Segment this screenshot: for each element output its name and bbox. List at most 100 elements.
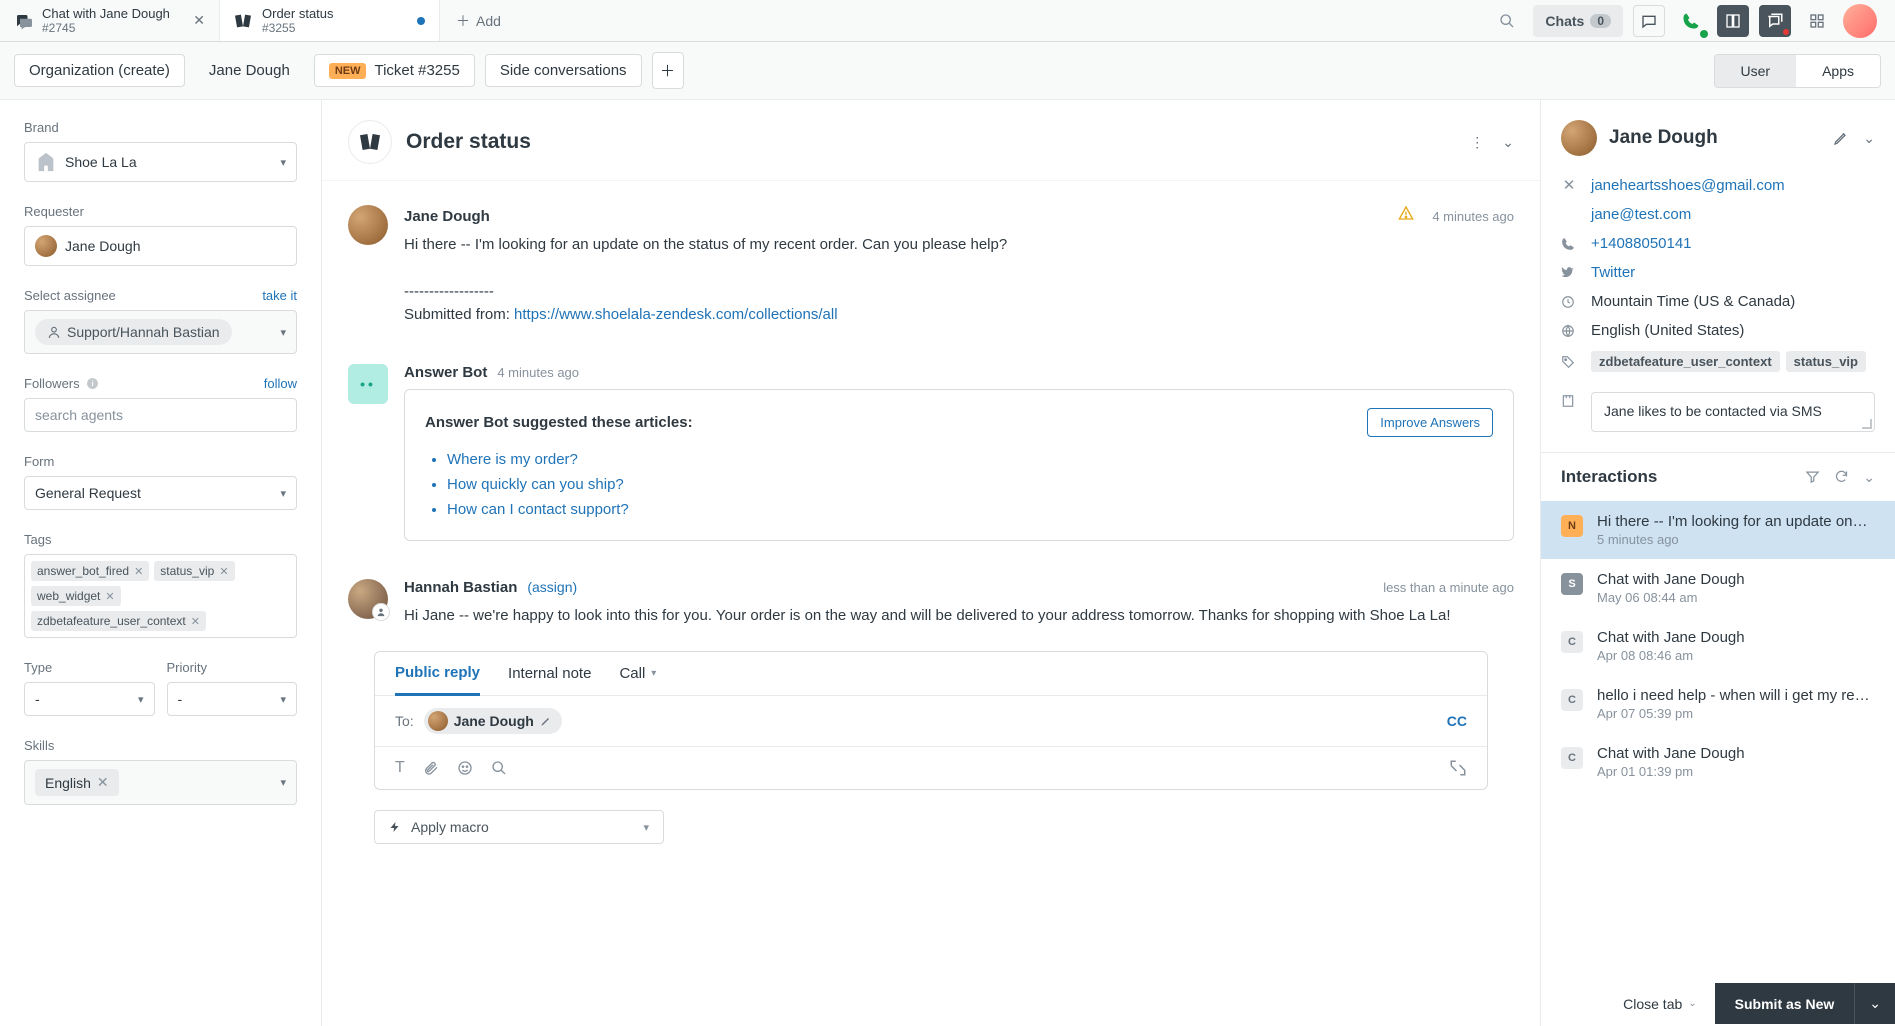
- ticket-header: Order status ⋮ ⌄: [322, 100, 1540, 181]
- tag: web_widget✕: [31, 586, 121, 606]
- remove-tag-icon[interactable]: ✕: [219, 565, 228, 578]
- type-select[interactable]: - ▾: [24, 682, 155, 716]
- chevron-down-icon: ▾: [280, 693, 286, 706]
- attachment-icon[interactable]: [423, 760, 439, 776]
- brand-select[interactable]: Shoe La La ▾: [24, 142, 297, 182]
- suggested-article[interactable]: Where is my order?: [447, 447, 1493, 472]
- kebab-icon[interactable]: ⋮: [1470, 134, 1484, 151]
- chevron-down-icon[interactable]: ⌄: [1502, 134, 1514, 151]
- tab-call[interactable]: Call ▾: [619, 664, 656, 695]
- top-tab-bar: Chat with Jane Dough #2745 ✕ Order statu…: [0, 0, 1895, 42]
- divider: ------------------: [404, 283, 494, 300]
- emoji-icon[interactable]: [457, 760, 473, 776]
- form-select[interactable]: General Request ▾: [24, 476, 297, 510]
- remove-tag-icon[interactable]: ✕: [191, 615, 200, 628]
- user-note[interactable]: Jane likes to be contacted via SMS: [1591, 392, 1875, 432]
- customer-header: Jane Dough ⌄: [1541, 100, 1895, 170]
- recipient-chip[interactable]: Jane Dough: [424, 708, 562, 734]
- apply-macro-button[interactable]: Apply macro ▾: [374, 810, 664, 844]
- status-badge: C: [1561, 747, 1583, 769]
- chevron-down-icon: ▾: [280, 156, 286, 169]
- improve-answers-button[interactable]: Improve Answers: [1367, 408, 1493, 437]
- reply-composer: Public reply Internal note Call ▾ To: Ja…: [374, 651, 1488, 790]
- comment-icon[interactable]: [1633, 5, 1665, 37]
- person-icon: [47, 325, 61, 339]
- assignee-value: Support/Hannah Bastian: [67, 324, 220, 340]
- email-link[interactable]: jane@test.com: [1591, 206, 1691, 223]
- assignee-select[interactable]: Support/Hannah Bastian ▾: [24, 310, 297, 354]
- expand-icon[interactable]: [1449, 759, 1467, 777]
- search-icon[interactable]: [1491, 5, 1523, 37]
- interaction-item[interactable]: C Chat with Jane DoughApr 08 08:46 am: [1541, 617, 1895, 675]
- text-format-icon[interactable]: T: [395, 759, 405, 777]
- crumb-person[interactable]: Jane Dough: [195, 55, 304, 86]
- user-tag: status_vip: [1786, 351, 1866, 372]
- crumb-side-conversations[interactable]: Side conversations: [485, 54, 642, 87]
- tab-public-reply[interactable]: Public reply: [395, 664, 480, 696]
- cc-button[interactable]: CC: [1447, 713, 1467, 729]
- help-icon[interactable]: [1759, 5, 1791, 37]
- globe-icon: [1561, 324, 1577, 338]
- assignee-label: Select assignee: [24, 288, 116, 303]
- submit-dropdown[interactable]: ⌄: [1854, 983, 1895, 1024]
- email-link[interactable]: janeheartsshoes@gmail.com: [1591, 177, 1785, 194]
- close-icon[interactable]: ✕: [193, 12, 205, 29]
- requester-select[interactable]: Jane Dough: [24, 226, 297, 266]
- crumb-ticket[interactable]: NEW Ticket #3255: [314, 54, 475, 87]
- refresh-icon[interactable]: [1834, 469, 1849, 486]
- remove-skill-icon[interactable]: ✕: [97, 774, 109, 791]
- to-label: To:: [395, 713, 414, 729]
- skill-chip: English ✕: [35, 769, 119, 796]
- interaction-time: 5 minutes ago: [1597, 532, 1875, 547]
- interactions-panel: Interactions ⌄ N Hi there -- I'm looking…: [1541, 452, 1895, 791]
- filter-icon[interactable]: [1805, 469, 1820, 486]
- add-tab-button[interactable]: ＋ Add: [440, 11, 517, 31]
- close-icon[interactable]: ✕: [1561, 176, 1577, 194]
- interaction-item[interactable]: S Chat with Jane DoughMay 06 08:44 am: [1541, 559, 1895, 617]
- requester-label: Requester: [24, 204, 297, 219]
- assign-link[interactable]: (assign): [527, 579, 577, 595]
- phone-link[interactable]: +14088050141: [1591, 235, 1692, 252]
- message-text: Hi there -- I'm looking for an update on…: [404, 236, 1007, 253]
- ticket-label: Ticket #3255: [374, 62, 459, 79]
- crumb-add-button[interactable]: ＋: [652, 52, 684, 89]
- skills-select[interactable]: English ✕ ▾: [24, 760, 297, 805]
- suggested-article[interactable]: How quickly can you ship?: [447, 472, 1493, 497]
- seg-user[interactable]: User: [1715, 55, 1797, 87]
- seg-apps[interactable]: Apps: [1796, 55, 1880, 87]
- tab-chat[interactable]: Chat with Jane Dough #2745 ✕: [0, 0, 220, 41]
- submitted-link[interactable]: https://www.shoelala-zendesk.com/collect…: [514, 306, 837, 323]
- avatar: [35, 235, 57, 257]
- interaction-item[interactable]: C Chat with Jane DoughApr 01 01:39 pm: [1541, 733, 1895, 791]
- main-layout: Brand Shoe La La ▾ Requester Jane Dough …: [0, 100, 1895, 1026]
- suggested-article[interactable]: How can I contact support?: [447, 497, 1493, 522]
- message-bot: •• Answer Bot 4 minutes ago Answer Bot s…: [348, 350, 1514, 565]
- remove-tag-icon[interactable]: ✕: [105, 590, 114, 603]
- layout-icon[interactable]: [1717, 5, 1749, 37]
- priority-select[interactable]: - ▾: [167, 682, 298, 716]
- tab-order-status[interactable]: Order status #3255: [220, 0, 440, 41]
- phone-icon[interactable]: [1675, 5, 1707, 37]
- chats-button[interactable]: Chats 0: [1533, 5, 1623, 37]
- interaction-item[interactable]: C hello i need help - when will i get my…: [1541, 675, 1895, 733]
- twitter-link[interactable]: Twitter: [1591, 264, 1635, 281]
- crumb-org[interactable]: Organization (create): [14, 54, 185, 87]
- chevron-down-icon[interactable]: ⌄: [1863, 130, 1875, 147]
- search-icon[interactable]: [491, 760, 507, 776]
- chevron-down-icon[interactable]: ⌄: [1863, 469, 1875, 486]
- take-it-link[interactable]: take it: [262, 288, 297, 303]
- apps-icon[interactable]: [1801, 5, 1833, 37]
- avatar: [348, 205, 388, 245]
- avatar[interactable]: [1843, 4, 1877, 38]
- pencil-icon[interactable]: [1833, 130, 1849, 147]
- interaction-item[interactable]: N Hi there -- I'm looking for an update …: [1541, 501, 1895, 559]
- tags-input[interactable]: answer_bot_fired✕ status_vip✕ web_widget…: [24, 554, 297, 638]
- tag-icon: [1561, 355, 1577, 369]
- submit-button[interactable]: Submit as New: [1715, 983, 1855, 1024]
- close-tab-button[interactable]: Close tab ⌄: [1605, 983, 1715, 1024]
- followers-input[interactable]: [24, 398, 297, 432]
- chats-count: 0: [1590, 14, 1611, 28]
- follow-link[interactable]: follow: [264, 376, 297, 391]
- remove-tag-icon[interactable]: ✕: [134, 565, 143, 578]
- tab-internal-note[interactable]: Internal note: [508, 664, 591, 695]
